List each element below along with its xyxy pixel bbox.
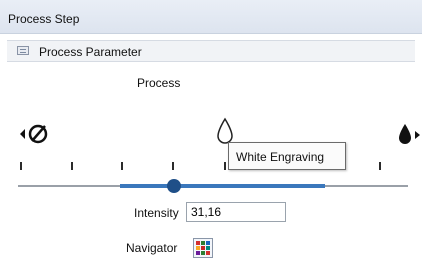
slider-thumb[interactable] <box>167 179 181 193</box>
window-title: Process Step <box>8 12 80 26</box>
parameter-grid-icon <box>17 46 29 55</box>
navigator-label: Navigator <box>126 241 178 255</box>
slider-tick <box>224 162 226 170</box>
process-label: Process <box>137 76 181 90</box>
section-header[interactable]: Process Parameter <box>7 40 415 62</box>
window-title-bar: Process Step <box>0 0 422 34</box>
no-process-icon[interactable] <box>18 122 50 146</box>
navigator-color-grid-icon[interactable] <box>193 238 213 258</box>
process-slider[interactable] <box>0 158 422 198</box>
intensity-label: Intensity <box>134 206 179 220</box>
dark-drop-icon[interactable] <box>396 122 422 146</box>
slider-tick <box>20 162 22 170</box>
slider-range-fill <box>120 184 325 188</box>
intensity-input[interactable] <box>186 202 286 222</box>
slider-tick <box>379 162 381 170</box>
tooltip-text: White Engraving <box>236 150 325 164</box>
slider-tick <box>121 162 123 170</box>
slider-tick <box>172 162 174 170</box>
light-drop-icon[interactable] <box>216 117 234 145</box>
slider-tick <box>71 162 73 170</box>
section-title: Process Parameter <box>39 45 142 59</box>
process-tooltip: White Engraving <box>228 142 346 170</box>
